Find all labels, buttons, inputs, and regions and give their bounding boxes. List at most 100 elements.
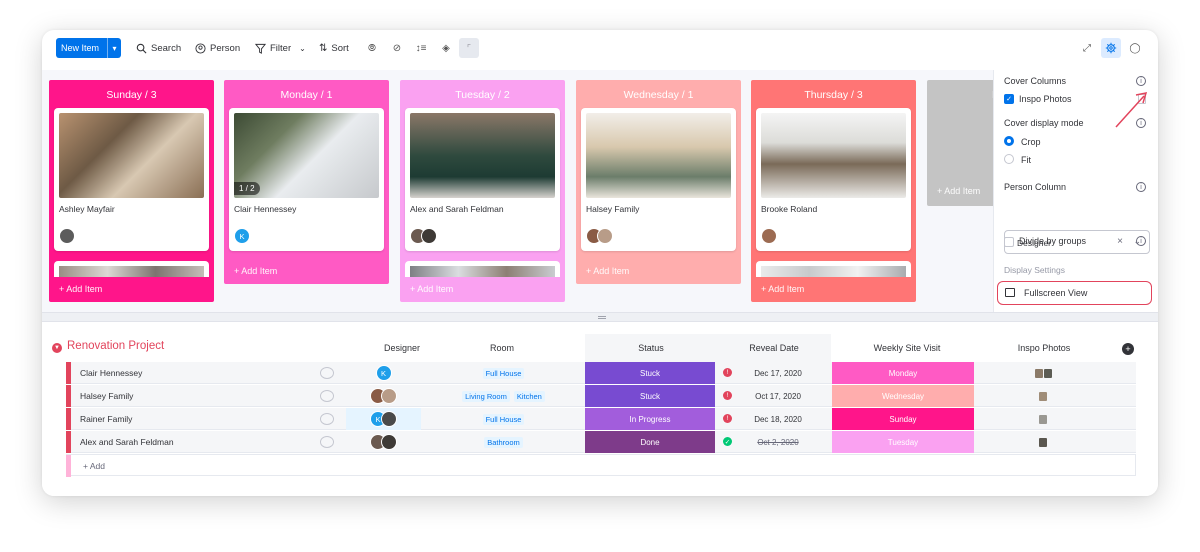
header-room[interactable]: Room xyxy=(462,343,542,353)
designer-cell[interactable]: K xyxy=(346,408,421,430)
status-cell[interactable]: In Progress xyxy=(585,408,715,430)
header-status[interactable]: Status xyxy=(611,343,691,353)
add-item-link[interactable]: + Add Item xyxy=(937,186,980,196)
column-title: Thursday / 3 xyxy=(804,89,863,101)
header-inspo-photos[interactable]: Inspo Photos xyxy=(1004,343,1084,353)
status-cell[interactable]: Stuck xyxy=(585,385,715,407)
divide-by-groups-checkbox[interactable] xyxy=(1004,237,1014,247)
row-height-icon: ↕≡ xyxy=(415,42,427,54)
expand-button[interactable]: ⤢ xyxy=(1077,38,1097,58)
room-cell[interactable]: Living Room Kitchen xyxy=(421,385,586,407)
column-title: Tuesday / 2 xyxy=(455,89,510,101)
add-row[interactable]: + Add xyxy=(66,454,1136,477)
collapse-group-icon[interactable]: ▼ xyxy=(52,343,62,353)
comment-icon[interactable] xyxy=(320,367,334,379)
inspo-photos-cell[interactable] xyxy=(1006,431,1081,453)
card-ashley-mayfair[interactable]: Ashley Mayfair xyxy=(54,108,209,251)
inspo-photos-cell[interactable] xyxy=(1006,362,1081,384)
cover-display-mode-label: Cover display mode xyxy=(1004,118,1084,128)
weekly-visit-cell[interactable]: Sunday xyxy=(832,408,974,430)
fit-radio[interactable] xyxy=(1004,154,1014,164)
chevron-down-icon[interactable]: ⌄ xyxy=(299,44,306,53)
new-item-button[interactable]: New Item ▾ xyxy=(56,38,121,58)
add-item-link[interactable]: + Add Item xyxy=(761,284,804,294)
header-reveal-date[interactable]: Reveal Date xyxy=(734,343,814,353)
color-button[interactable]: ◈ xyxy=(436,38,456,58)
info-icon[interactable]: i xyxy=(1136,76,1146,86)
inspo-photos-cell[interactable] xyxy=(1006,408,1081,430)
chat-button[interactable]: ◯ xyxy=(1125,38,1145,58)
filter-button[interactable]: Filter ⌄ xyxy=(255,40,306,56)
comment-icon[interactable] xyxy=(320,436,334,448)
designer-cell[interactable] xyxy=(346,431,421,453)
room-tag: Bathroom xyxy=(484,436,523,448)
room-cell[interactable]: Bathroom xyxy=(421,431,586,453)
avatar xyxy=(381,411,397,427)
comment-icon[interactable] xyxy=(320,413,334,425)
drag-handle[interactable] xyxy=(598,316,606,319)
room-cell[interactable]: Full House xyxy=(421,408,586,430)
hide-button[interactable]: ⊘ xyxy=(387,38,407,58)
row-name[interactable]: Alex and Sarah Feldman xyxy=(80,437,174,447)
sort-button[interactable]: ⇅ Sort xyxy=(319,40,349,56)
chart-button[interactable]: ⌜ xyxy=(459,38,479,58)
chevron-down-icon[interactable]: ▾ xyxy=(107,38,121,58)
status-cell[interactable]: Stuck xyxy=(585,362,715,384)
row-name[interactable]: Rainer Family xyxy=(80,414,132,424)
pin-button[interactable]: ⦾ xyxy=(362,38,382,58)
crop-radio[interactable] xyxy=(1004,136,1014,146)
table-row[interactable]: Rainer Family K Full House In Progress !… xyxy=(66,408,1136,430)
search-button[interactable]: Search xyxy=(136,40,181,56)
info-icon[interactable]: i xyxy=(1136,236,1146,246)
row-name[interactable]: Clair Hennessey xyxy=(80,368,142,378)
add-item-link[interactable]: + Add Item xyxy=(59,284,102,294)
fullscreen-view-option[interactable]: Fullscreen View xyxy=(997,281,1152,305)
inspo-photos-checkbox[interactable]: ✓ xyxy=(1004,94,1014,104)
weekly-visit-cell[interactable]: Monday xyxy=(832,362,974,384)
header-weekly-site-visit[interactable]: Weekly Site Visit xyxy=(852,343,962,353)
photo-thumbnail xyxy=(1034,368,1043,378)
add-row-label[interactable]: + Add xyxy=(83,461,105,471)
split-divider[interactable] xyxy=(42,312,1158,322)
room-tag: Full House xyxy=(482,413,525,425)
header-designer[interactable]: Designer xyxy=(362,343,442,353)
table-row[interactable]: Alex and Sarah Feldman Bathroom Done ✓ O… xyxy=(66,431,1136,453)
add-item-link[interactable]: + Add Item xyxy=(234,266,277,276)
table-row[interactable]: Halsey Family Living Room Kitchen Stuck !… xyxy=(66,385,1136,407)
card-clair-hennessey[interactable]: 1 / 2 Clair Hennessey K xyxy=(229,108,384,251)
inspo-photos-cell[interactable] xyxy=(1006,385,1081,407)
row-height-button[interactable]: ↕≡ xyxy=(411,38,431,58)
row-name[interactable]: Halsey Family xyxy=(80,391,133,401)
clear-icon[interactable]: × xyxy=(1117,236,1123,247)
add-item-link[interactable]: + Add Item xyxy=(586,266,629,276)
room-tag: Living Room xyxy=(462,390,510,402)
chart-icon: ⌜ xyxy=(466,42,472,53)
person-filter-button[interactable]: Person xyxy=(195,40,240,56)
avatar xyxy=(597,228,613,244)
reveal-date-cell[interactable]: Oct 2, 2020 xyxy=(738,431,818,453)
add-item-link[interactable]: + Add Item xyxy=(410,284,453,294)
status-cell[interactable]: Done xyxy=(585,431,715,453)
designer-cell[interactable] xyxy=(346,385,421,407)
card-halsey-family[interactable]: Halsey Family xyxy=(581,108,736,251)
reveal-date-cell[interactable]: Dec 18, 2020 xyxy=(738,408,818,430)
weekly-visit-cell[interactable]: Tuesday xyxy=(832,431,974,453)
filter-icon xyxy=(255,43,266,54)
card-brooke-roland[interactable]: Brooke Roland xyxy=(756,108,911,251)
settings-button[interactable] xyxy=(1101,38,1121,58)
row-color-bar xyxy=(66,455,71,477)
room-cell[interactable]: Full House xyxy=(421,362,586,384)
paint-bucket-icon: ◈ xyxy=(442,42,450,54)
reveal-date-cell[interactable]: Oct 17, 2020 xyxy=(738,385,818,407)
add-column-icon[interactable]: + xyxy=(1122,343,1134,355)
weekly-visit-cell[interactable]: Wednesday xyxy=(832,385,974,407)
info-icon[interactable]: i xyxy=(1136,182,1146,192)
designer-cell[interactable]: K xyxy=(346,362,421,384)
person-icon xyxy=(195,42,206,54)
avatar xyxy=(381,388,397,404)
reveal-date-cell[interactable]: Dec 17, 2020 xyxy=(738,362,818,384)
table-row[interactable]: Clair Hennessey K Full House Stuck ! Dec… xyxy=(66,362,1136,384)
comment-icon[interactable] xyxy=(320,390,334,402)
group-title[interactable]: Renovation Project xyxy=(67,340,164,352)
card-alex-sarah-feldman[interactable]: Alex and Sarah Feldman xyxy=(405,108,560,251)
